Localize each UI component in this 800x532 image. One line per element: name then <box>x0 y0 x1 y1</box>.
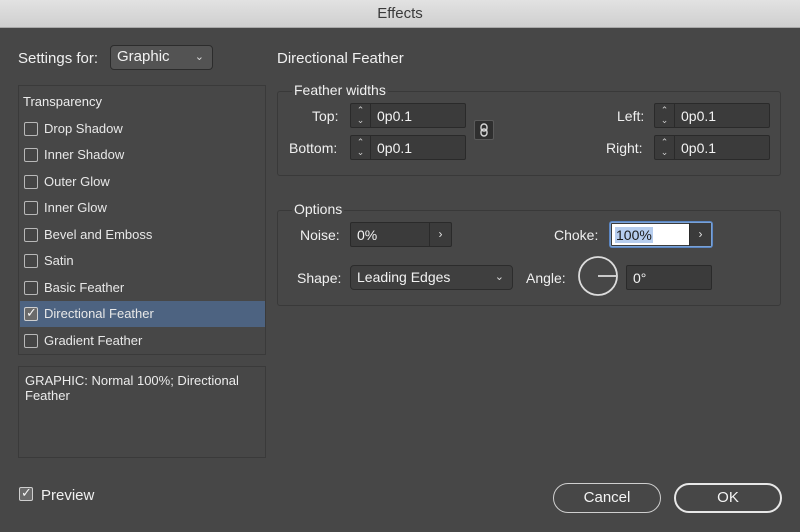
checkbox[interactable] <box>24 148 38 162</box>
top-field[interactable]: ⌃ ⌄ 0p0.1 <box>350 103 466 128</box>
shape-select[interactable]: Leading Edges ⌄ <box>350 265 513 290</box>
summary-box: GRAPHIC: Normal 100%; Directional Feathe… <box>18 366 266 458</box>
effect-item-satin[interactable]: Satin <box>20 248 265 274</box>
left-label: Left: <box>617 108 645 124</box>
right-label: Right: <box>606 140 643 156</box>
effect-label: Inner Shadow <box>44 147 125 162</box>
effect-item-inner-shadow[interactable]: Inner Shadow <box>20 142 265 168</box>
effect-item-outer-glow[interactable]: Outer Glow <box>20 169 265 195</box>
checkbox[interactable] <box>24 281 38 295</box>
right-value: 0p0.1 <box>681 140 717 156</box>
checkbox[interactable] <box>24 228 38 242</box>
settings-for-label: Settings for: <box>18 50 99 67</box>
right-field[interactable]: ⌃ ⌄ 0p0.1 <box>654 135 770 160</box>
chevron-right-icon[interactable]: › <box>689 223 711 246</box>
settings-for-value: Graphic <box>117 48 170 65</box>
effect-item-gradient-feather[interactable]: Gradient Feather <box>20 328 265 354</box>
angle-label: Angle: <box>526 270 566 286</box>
preview-label: Preview <box>41 487 95 504</box>
effect-label: Bevel and Emboss <box>44 227 153 242</box>
angle-dial[interactable] <box>576 256 620 296</box>
shape-value: Leading Edges <box>357 269 451 285</box>
top-label: Top: <box>312 108 339 124</box>
link-icon[interactable] <box>474 120 494 140</box>
angle-value: 0° <box>633 270 647 286</box>
effect-label: Drop Shadow <box>44 121 123 136</box>
checkbox[interactable] <box>24 122 38 136</box>
ok-button[interactable]: OK <box>674 483 782 513</box>
effect-item-inner-glow[interactable]: Inner Glow <box>20 195 265 221</box>
bottom-field[interactable]: ⌃ ⌄ 0p0.1 <box>350 135 466 160</box>
stepper-icon[interactable]: ⌃ ⌄ <box>351 136 371 159</box>
effect-item-directional-feather[interactable]: ✓ Directional Feather <box>20 301 265 327</box>
effect-label: Basic Feather <box>44 280 125 295</box>
left-value: 0p0.1 <box>681 108 717 124</box>
settings-for-select[interactable]: Graphic ⌄ <box>110 45 213 70</box>
transparency-item[interactable]: Transparency <box>23 94 102 109</box>
effect-label: Directional Feather <box>44 306 154 321</box>
choke-input[interactable]: 100% › <box>610 222 712 247</box>
angle-input[interactable]: 0° <box>626 265 712 290</box>
noise-input[interactable]: 0% › <box>350 222 452 247</box>
choke-value: 100% <box>615 227 653 243</box>
checkbox[interactable]: ✓ <box>24 305 38 321</box>
effect-label: Outer Glow <box>44 174 110 189</box>
effect-item-drop-shadow[interactable]: Drop Shadow <box>20 116 265 142</box>
summary-text: GRAPHIC: Normal 100%; Directional Feathe… <box>25 373 239 403</box>
effects-list: Transparency Drop Shadow Inner Shadow Ou… <box>18 85 266 355</box>
checkbox[interactable] <box>24 334 38 348</box>
stepper-icon[interactable]: ⌃ ⌄ <box>351 104 371 127</box>
checkbox[interactable] <box>24 201 38 215</box>
bottom-label: Bottom: <box>289 140 338 156</box>
effect-item-bevel-emboss[interactable]: Bevel and Emboss <box>20 222 265 248</box>
noise-label: Noise: <box>300 227 340 243</box>
effect-label: Inner Glow <box>44 200 107 215</box>
stepper-icon[interactable]: ⌃ ⌄ <box>655 136 675 159</box>
panel-title: Directional Feather <box>277 50 404 67</box>
noise-value: 0% <box>357 227 378 243</box>
checkbox[interactable] <box>24 254 38 268</box>
shape-label: Shape: <box>297 270 342 286</box>
top-value: 0p0.1 <box>377 108 413 124</box>
chevron-down-icon: ⌄ <box>194 51 204 63</box>
effect-item-basic-feather[interactable]: Basic Feather <box>20 275 265 301</box>
window-title: Effects <box>0 0 800 28</box>
chevron-right-icon[interactable]: › <box>429 223 451 246</box>
options-title: Options <box>292 201 345 217</box>
cancel-button[interactable]: Cancel <box>553 483 661 513</box>
effect-label: Satin <box>44 253 74 268</box>
chevron-down-icon: ⌄ <box>494 271 504 283</box>
feather-widths-title: Feather widths <box>292 82 388 98</box>
checkmark-icon: ✓ <box>21 485 32 500</box>
checkmark-icon: ✓ <box>26 305 37 320</box>
effect-label: Gradient Feather <box>44 333 143 348</box>
bottom-value: 0p0.1 <box>377 140 413 156</box>
stepper-icon[interactable]: ⌃ ⌄ <box>655 104 675 127</box>
choke-label: Choke: <box>554 227 599 243</box>
checkbox[interactable] <box>24 175 38 189</box>
left-field[interactable]: ⌃ ⌄ 0p0.1 <box>654 103 770 128</box>
preview-checkbox[interactable]: ✓ <box>19 485 33 501</box>
